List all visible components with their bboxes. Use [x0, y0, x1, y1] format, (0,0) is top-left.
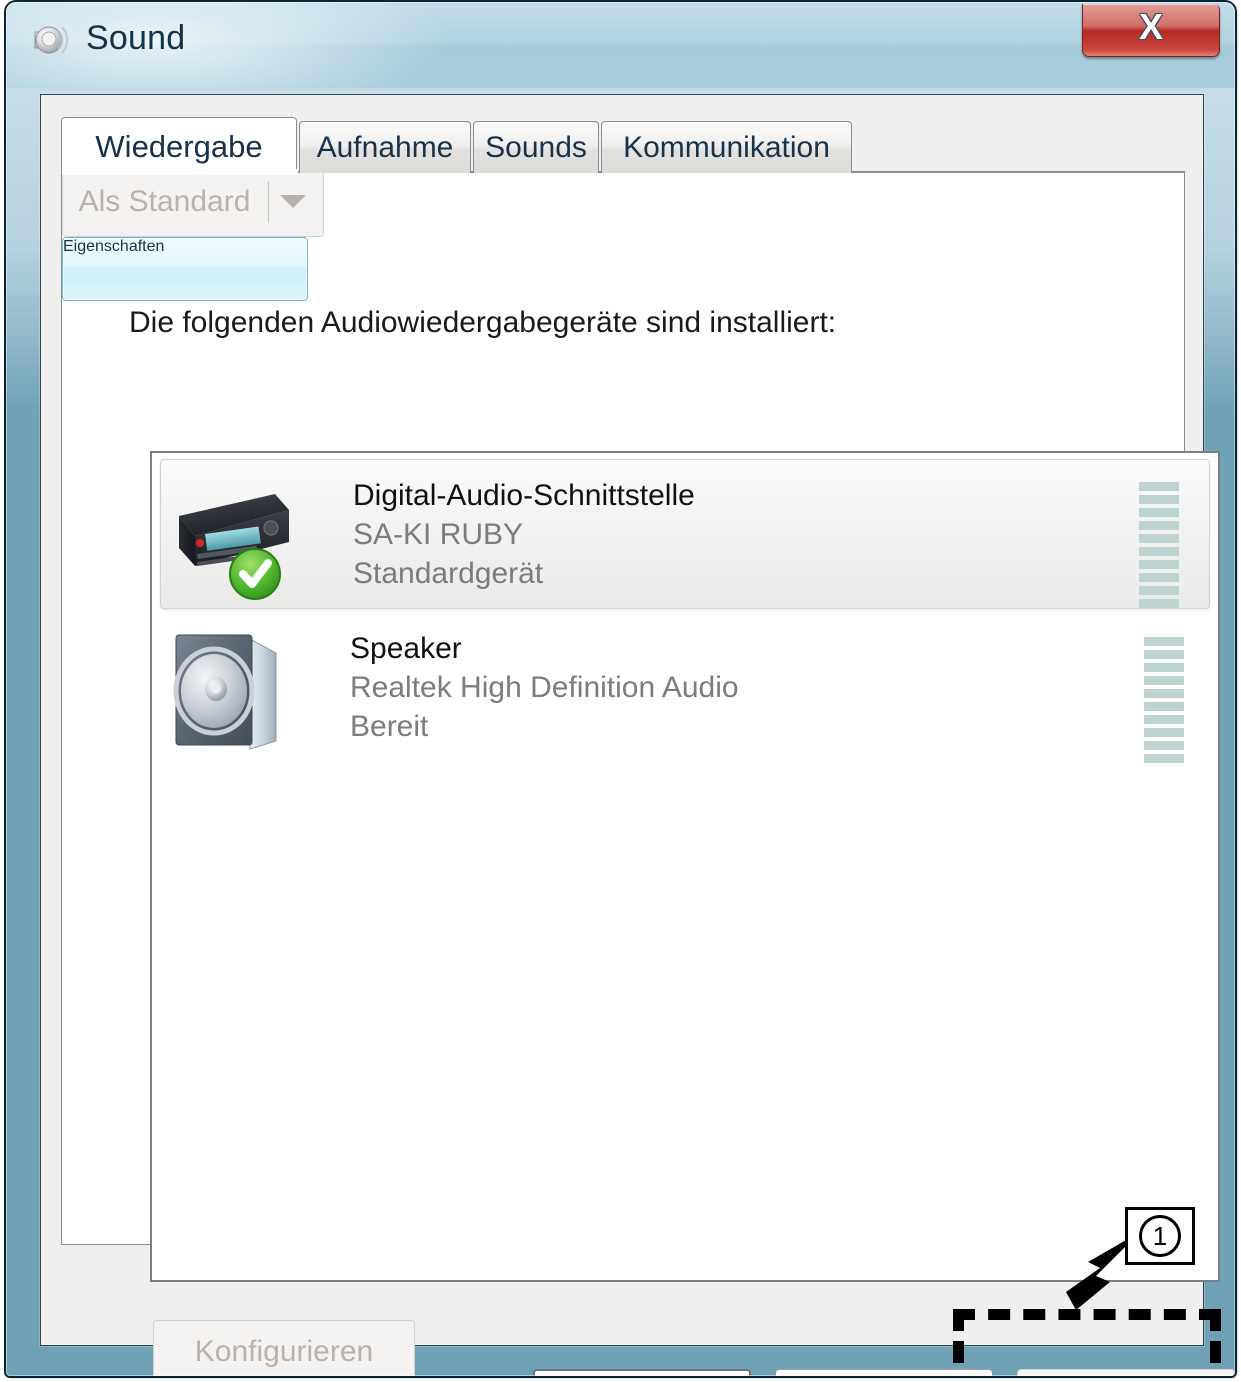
chevron-down-icon[interactable]: [280, 195, 306, 208]
callout-badge-1: 1: [1125, 1207, 1195, 1265]
device-name: Speaker: [350, 632, 462, 665]
tab-kommunikation[interactable]: Kommunikation: [601, 121, 852, 173]
ok-button[interactable]: OK: [533, 1369, 751, 1376]
tab-label: Sounds: [485, 130, 587, 164]
device-name: Digital-Audio-Schnittstelle: [353, 479, 695, 512]
configure-button-label: Konfigurieren: [194, 1335, 374, 1368]
tab-page-wiedergabe: Die folgenden Audiowiedergabegeräte sind…: [61, 171, 1221, 1376]
tab-wiedergabe[interactable]: Wiedergabe: [61, 117, 297, 175]
tab-label: Wiedergabe: [95, 128, 263, 164]
tab-sounds[interactable]: Sounds: [473, 121, 599, 173]
device-status: Standardgerät: [353, 557, 544, 590]
speaker-icon: [164, 623, 296, 755]
device-status: Bereit: [350, 710, 429, 743]
tab-aufnahme[interactable]: Aufnahme: [299, 121, 471, 173]
list-item[interactable]: Digital-Audio-Schnittstelle SA-KI RUBY S…: [160, 459, 1210, 609]
tab-label: Aufnahme: [316, 130, 454, 164]
dialog-client-area: Die folgenden Audiowiedergabegeräte sind…: [40, 94, 1235, 1376]
title-bar[interactable]: Sound X: [6, 2, 1235, 88]
playback-device-list[interactable]: Digital-Audio-Schnittstelle SA-KI RUBY S…: [150, 451, 1220, 1282]
properties-button-label: Eigenschaften: [63, 238, 165, 255]
tab-label: Kommunikation: [623, 130, 830, 164]
av-receiver-icon: [165, 470, 297, 602]
apply-button[interactable]: Übernehmen: [1017, 1369, 1235, 1376]
cancel-button[interactable]: Abbrechen: [775, 1369, 993, 1376]
selected-tab-merge: [64, 169, 298, 175]
list-item[interactable]: Speaker Realtek High Definition Audio Be…: [152, 609, 1218, 767]
callout-number: 1: [1139, 1215, 1181, 1257]
set-default-button-label: Als Standard: [78, 185, 251, 218]
device-info: Speaker Realtek High Definition Audio Be…: [350, 629, 739, 746]
properties-button-focus-highlight: [953, 1309, 1221, 1376]
device-description: SA-KI RUBY: [353, 518, 524, 551]
volume-meter: [1139, 482, 1179, 612]
close-button[interactable]: X: [1082, 4, 1220, 57]
window-title: Sound: [86, 19, 186, 57]
instruction-text: Die folgenden Audiowiedergabegeräte sind…: [129, 306, 837, 339]
properties-button[interactable]: Eigenschaften: [62, 237, 308, 301]
device-info: Digital-Audio-Schnittstelle SA-KI RUBY S…: [353, 476, 695, 593]
volume-meter: [1144, 637, 1184, 767]
tab-strip: Wiedergabe Aufnahme Sounds Kommunikation: [61, 117, 1181, 175]
configure-button[interactable]: Konfigurieren: [153, 1320, 415, 1376]
sound-speaker-icon: [28, 18, 72, 62]
device-description: Realtek High Definition Audio: [350, 671, 739, 704]
close-icon: X: [1138, 6, 1163, 47]
set-default-split-button[interactable]: Als Standard: [62, 171, 324, 237]
split-separator: [268, 181, 269, 223]
sound-dialog-window: Sound X Die folgenden Audiowiedergabeger…: [6, 2, 1235, 1376]
